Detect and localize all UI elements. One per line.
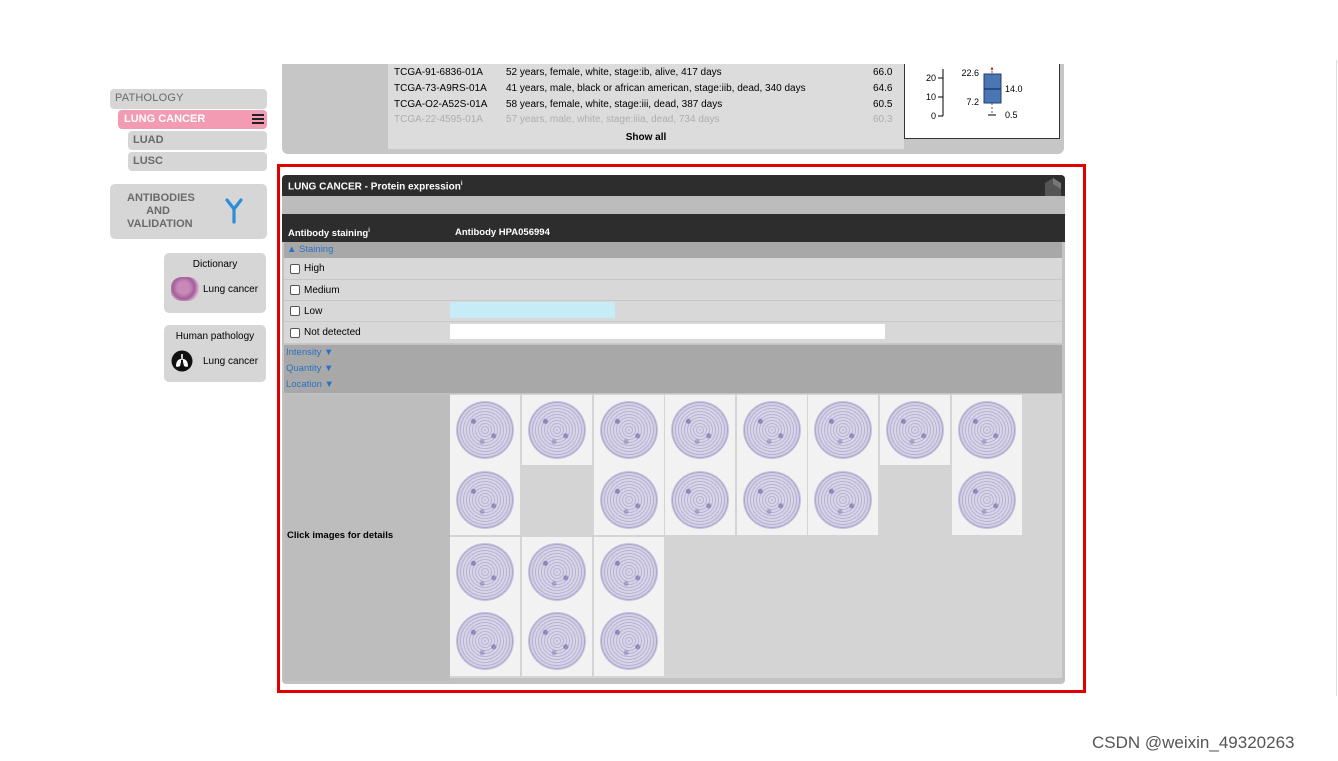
- medium-checkbox[interactable]: [290, 285, 300, 295]
- table-cell-value: 60.3: [873, 114, 893, 125]
- staining-level-medium: Medium: [284, 280, 450, 301]
- watermark: CSDN @weixin_49320263: [1092, 733, 1295, 752]
- sidebar-item-lusc[interactable]: LUSC: [128, 152, 267, 171]
- antibody-icon: [225, 198, 243, 224]
- staining-section-toggle[interactable]: ▲ Staining: [284, 242, 450, 258]
- info-icon[interactable]: i: [368, 228, 370, 234]
- tissue-image[interactable]: [808, 395, 878, 465]
- tissue-image[interactable]: [522, 606, 592, 676]
- page-edge-divider: [1336, 60, 1337, 696]
- boxplot-min-label: 0.5: [1005, 110, 1018, 120]
- human-pathology-title: Human pathology: [175, 331, 255, 342]
- antibodies-label: ANTIBODIES AND VALIDATION: [127, 192, 195, 230]
- tissue-image[interactable]: [665, 465, 735, 535]
- tissue-image[interactable]: [952, 395, 1022, 465]
- sidebar-item-lung-cancer[interactable]: LUNG CANCER: [118, 110, 267, 129]
- tissue-image[interactable]: [808, 465, 878, 535]
- tissue-image[interactable]: [450, 537, 520, 607]
- low-checkbox[interactable]: [290, 306, 300, 316]
- menu-icon[interactable]: [252, 114, 264, 124]
- click-images-label: Click images for details: [287, 530, 394, 541]
- tissue-thumbnail-icon[interactable]: [171, 277, 199, 301]
- boxplot-median-label: 14.0: [1005, 84, 1023, 94]
- human-pathology-card: Human pathology Lung cancer: [164, 325, 266, 382]
- y-tick-label: 0: [931, 111, 936, 121]
- table-cell-value: 64.6: [873, 83, 893, 94]
- sidebar-item-luad[interactable]: LUAD: [128, 131, 267, 150]
- dictionary-card: Dictionary Lung cancer: [164, 253, 266, 313]
- tissue-image[interactable]: [594, 395, 664, 465]
- section-row-fill: [450, 361, 1062, 377]
- antibody-staining-header: Antibody stainingi: [288, 228, 370, 240]
- tissue-image-grid: [450, 394, 1062, 678]
- staining-level-not-detected: Not detected: [284, 322, 450, 344]
- show-all-button[interactable]: Show all: [388, 132, 904, 143]
- table-cell-id[interactable]: TCGA-22-4595-01A: [394, 114, 483, 125]
- staining-bar-row: [450, 301, 1062, 322]
- tissue-image[interactable]: [450, 395, 520, 465]
- table-cell-desc: 58 years, female, white, stage:iii, dead…: [506, 99, 723, 110]
- info-icon[interactable]: i: [461, 181, 463, 187]
- table-cell-id[interactable]: TCGA-73-A9RS-01A: [394, 83, 487, 94]
- panel-spacer: [282, 196, 1065, 214]
- tissue-image[interactable]: [665, 395, 735, 465]
- tissue-image[interactable]: [450, 465, 520, 535]
- protein-expression-panel: LUNG CANCER - Protein expressioni Antibo…: [282, 175, 1065, 684]
- tissue-image[interactable]: [594, 606, 664, 676]
- table-cell-value: 60.5: [873, 99, 893, 110]
- boxplot-upper-label: 22.6: [961, 68, 979, 78]
- tissue-image[interactable]: [737, 465, 807, 535]
- expression-boxplot: 20 10 0 22.6 14.0 7.2 0.5: [904, 64, 1060, 139]
- y-tick-label: 20: [926, 73, 936, 83]
- antibody-id-header[interactable]: Antibody HPA056994: [455, 227, 550, 238]
- not-detected-staining-bar[interactable]: [450, 324, 885, 339]
- section-row-fill: [450, 242, 1062, 258]
- human-pathology-lung-cancer-link[interactable]: Lung cancer: [203, 356, 258, 367]
- dictionary-lung-cancer-link[interactable]: Lung cancer: [203, 284, 258, 295]
- table-cell-id[interactable]: TCGA-91-6836-01A: [394, 67, 483, 78]
- y-tick-label: 10: [926, 92, 936, 102]
- intensity-section-toggle[interactable]: Intensity ▼: [284, 345, 450, 361]
- tissue-image[interactable]: [880, 395, 950, 465]
- section-row-fill: [450, 345, 1062, 361]
- high-checkbox[interactable]: [290, 263, 300, 274]
- collapse-corner-icon[interactable]: [1035, 175, 1065, 196]
- table-cell-desc: 57 years, male, white, stage:iiia, dead,…: [506, 114, 720, 125]
- sidebar-header-pathology[interactable]: PATHOLOGY: [110, 89, 267, 109]
- sidebar-item-label: LUNG CANCER: [124, 113, 206, 125]
- location-section-toggle[interactable]: Location ▼: [284, 377, 450, 393]
- boxplot-lower-label: 7.2: [966, 97, 979, 107]
- tissue-image[interactable]: [594, 537, 664, 607]
- tissue-image[interactable]: [522, 395, 592, 465]
- panel-title: LUNG CANCER - Protein expressioni: [282, 175, 1065, 196]
- tissue-image[interactable]: [952, 465, 1022, 535]
- table-cell-value: 66.0: [873, 67, 893, 78]
- table-cell-desc: 52 years, female, white, stage:ib, alive…: [506, 67, 722, 78]
- table-cell-id[interactable]: TCGA-O2-A52S-01A: [394, 99, 487, 110]
- dictionary-title: Dictionary: [192, 259, 238, 270]
- column-header-row: Antibody stainingi Antibody HPA056994: [282, 214, 1065, 242]
- staining-bar-row: [450, 258, 1062, 280]
- antibodies-validation-button[interactable]: ANTIBODIES AND VALIDATION: [110, 184, 267, 239]
- lungs-icon[interactable]: [171, 350, 193, 372]
- section-row-fill: [450, 377, 1062, 393]
- staining-bar-row: [450, 322, 1062, 344]
- low-staining-bar[interactable]: [450, 302, 615, 318]
- staining-bar-row: [450, 280, 1062, 301]
- tissue-image[interactable]: [522, 537, 592, 607]
- table-cell-desc: 41 years, male, black or african america…: [506, 83, 806, 94]
- staining-level-low: Low: [284, 301, 450, 322]
- tissue-image[interactable]: [450, 606, 520, 676]
- tissue-image[interactable]: [594, 465, 664, 535]
- staining-level-high: High: [284, 258, 450, 280]
- quantity-section-toggle[interactable]: Quantity ▼: [284, 361, 450, 377]
- tissue-image[interactable]: [737, 395, 807, 465]
- images-label-cell: Click images for details: [284, 394, 450, 681]
- not-detected-checkbox[interactable]: [290, 327, 300, 338]
